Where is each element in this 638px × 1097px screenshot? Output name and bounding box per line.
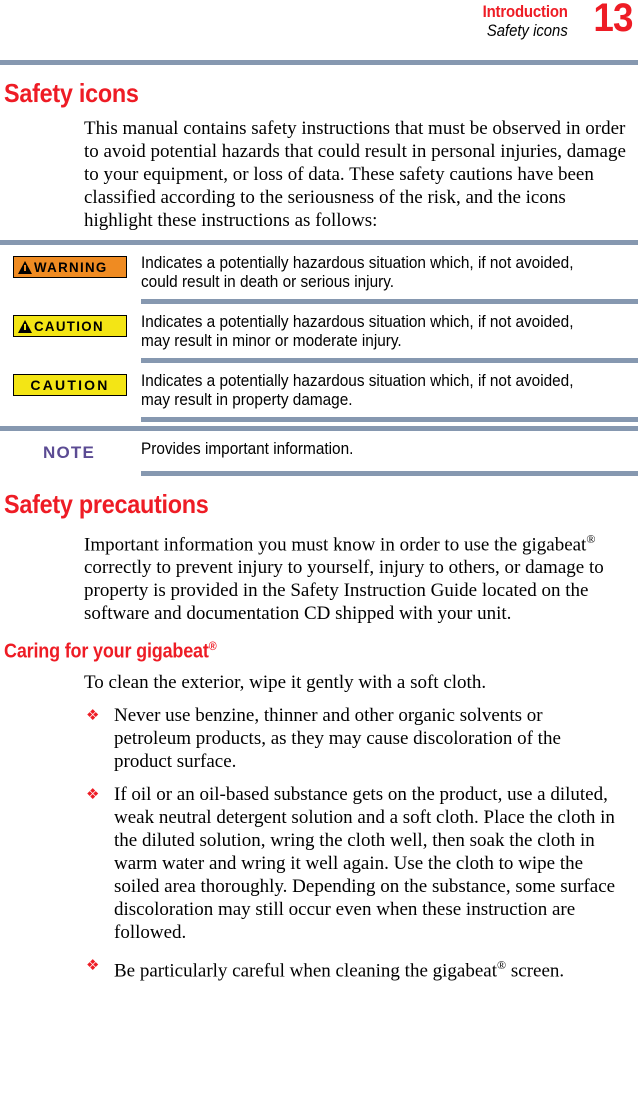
callout-description-warning: Indicates a potentially hazardous situat… <box>141 254 574 291</box>
registered-trademark-icon: ® <box>586 532 596 546</box>
warning-badge-label: WARNING <box>34 259 108 275</box>
warning-triangle-icon <box>18 260 32 274</box>
floret-bullet-icon: ❖ <box>86 705 100 724</box>
caution-badge-injury-label: CAUTION <box>34 318 104 334</box>
list-item-text: Be particularly careful when cleaning th… <box>114 954 638 982</box>
header-chapter-title: Introduction <box>482 2 568 21</box>
list-item: ❖ Never use benzine, thinner and other o… <box>0 704 638 773</box>
safety-precautions-paragraph: Important information you must know in o… <box>0 528 638 625</box>
caring-intro-paragraph: To clean the exterior, wipe it gently wi… <box>84 671 487 693</box>
callout-description-note: Provides important information. <box>141 440 354 458</box>
caution-badge-property: CAUTION <box>13 374 127 396</box>
callout-label-cell-warning: WARNING <box>0 254 141 279</box>
list-item-text: Never use benzine, thinner and other org… <box>114 704 561 772</box>
safety-icons-intro-paragraph: This manual contains safety instructions… <box>84 118 626 231</box>
callout-row-warning: WARNING Indicates a potentially hazardou… <box>0 245 638 291</box>
page-number: 13 <box>592 0 633 40</box>
registered-trademark-icon: ® <box>497 957 507 972</box>
callout-label-cell-caution-injury: CAUTION <box>0 313 141 338</box>
callout-row-note: NOTE Provides important information. <box>0 431 638 463</box>
caution-badge-injury: CAUTION <box>13 315 127 337</box>
callout-description-caution-property: Indicates a potentially hazardous situat… <box>141 372 574 409</box>
list-item-text-after: screen. <box>506 960 565 982</box>
warning-badge: WARNING <box>13 256 127 278</box>
note-badge-label: NOTE <box>43 443 96 462</box>
caution-triangle-icon <box>18 319 32 333</box>
sub-title-caring: Caring for your gigabeat® <box>4 639 575 664</box>
caution-badge-property-label: CAUTION <box>30 377 110 393</box>
safety-precautions-text-part1: Important information you must know in o… <box>84 534 587 556</box>
list-item-text: If oil or an oil-based substance gets on… <box>114 783 616 943</box>
floret-bullet-icon: ❖ <box>86 955 100 974</box>
page-title-safety-precautions: Safety precautions <box>4 489 209 519</box>
header-section-title: Safety icons <box>487 22 568 41</box>
list-item: ❖ If oil or an oil-based substance gets … <box>0 783 638 944</box>
header-divider-rule <box>0 60 638 65</box>
header-titles: Introduction Safety icons <box>471 2 568 41</box>
callout-row-caution-property: CAUTION Indicates a potentially hazardou… <box>0 363 638 409</box>
list-item: ❖ Be particularly careful when cleaning … <box>0 954 638 982</box>
registered-trademark-icon: ® <box>208 639 217 654</box>
caring-bullet-list: ❖ Never use benzine, thinner and other o… <box>0 704 638 982</box>
callout-row-caution-injury: CAUTION Indicates a potentially hazardou… <box>0 304 638 350</box>
floret-bullet-icon: ❖ <box>86 784 100 803</box>
list-item-text-before: Be particularly careful when cleaning th… <box>114 960 497 982</box>
callout-description-caution-injury: Indicates a potentially hazardous situat… <box>141 313 574 350</box>
sub-title-caring-text: Caring for your gigabeat <box>4 640 209 663</box>
callout-label-cell-note: NOTE <box>0 440 141 463</box>
page-title-safety-icons: Safety icons <box>4 78 139 108</box>
callout-divider-after-note <box>141 471 638 476</box>
safety-precautions-text-part2: correctly to prevent injury to yourself,… <box>84 557 604 625</box>
page-header: Introduction Safety icons 13 <box>0 0 638 60</box>
callout-label-cell-caution-property: CAUTION <box>0 372 141 396</box>
